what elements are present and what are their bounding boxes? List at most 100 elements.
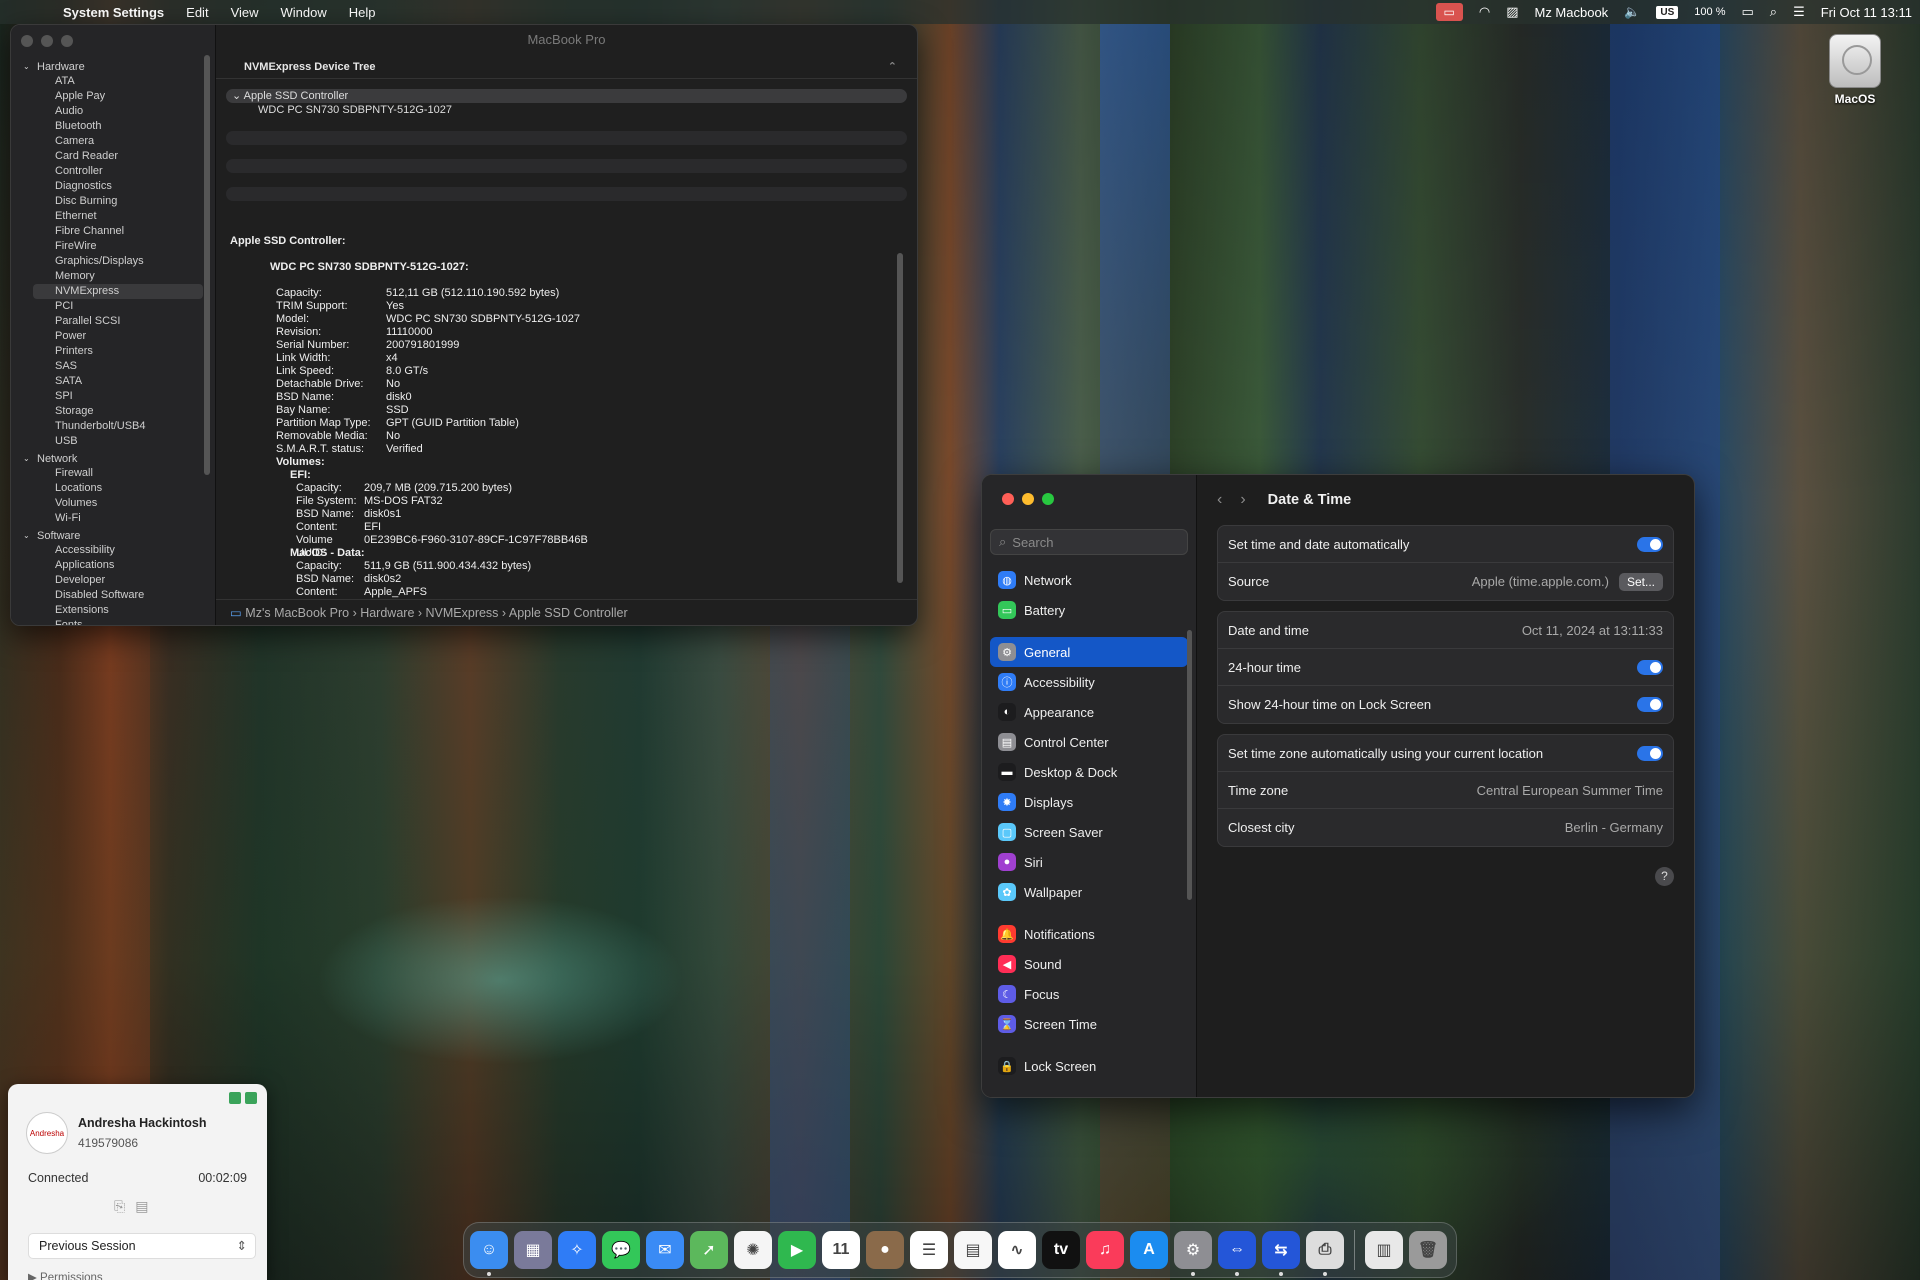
sidebar-item-focus[interactable]: ☾ Focus [990,979,1188,1009]
sidebar-item-accessibility[interactable]: ⓘ Accessibility [990,667,1188,697]
sidebar-item[interactable]: Parallel SCSI [23,314,203,329]
zoom-button[interactable] [61,35,73,47]
sidebar-item[interactable]: Diagnostics [23,179,203,194]
sidebar-item[interactable]: Bluetooth [23,119,203,134]
photos-icon[interactable]: ✺ [734,1231,772,1269]
sidebar-item-general[interactable]: ⚙ General [990,637,1188,667]
system-settings-icon[interactable]: ⚙ [1174,1231,1212,1276]
menu-help[interactable]: Help [338,5,387,20]
messages-icon[interactable]: 💬 [602,1231,640,1269]
sidebar-item[interactable]: Firewall [23,466,203,481]
sidebar-item[interactable]: Power [23,329,203,344]
sidebar-item[interactable]: Locations [23,481,203,496]
menu-view[interactable]: View [220,5,270,20]
computer-name[interactable]: Mz Macbook [1534,5,1608,20]
close-button[interactable] [1002,493,1014,505]
sidebar-item[interactable]: SAS [23,359,203,374]
launchpad-icon[interactable]: ▦ [514,1231,552,1269]
spotlight-icon[interactable]: ⌕ [1770,4,1777,20]
sidebar-item[interactable]: Developer [23,573,203,588]
sidebar-item[interactable]: Ethernet [23,209,203,224]
sidebar-item[interactable]: Fonts [23,618,203,625]
control-center-icon[interactable]: ☰ [1793,4,1805,20]
tz-auto-toggle[interactable] [1637,745,1663,761]
details-scrollbar[interactable] [897,253,903,583]
sidebar-item[interactable]: Fibre Channel [23,224,203,239]
document-icon[interactable]: ▥ [1365,1231,1403,1269]
sidebar-item[interactable]: Volumes [23,496,203,511]
sidebar-item[interactable]: ATA [23,74,203,89]
sidebar-item[interactable]: Audio [23,104,203,119]
sidebar-item-battery[interactable]: ▭ Battery [990,595,1188,625]
battery-icon[interactable]: ▭ [1741,4,1753,20]
notes-icon[interactable]: ▤ [954,1231,992,1269]
sidebar-item[interactable]: Disc Burning [23,194,203,209]
desktop-disk-icon[interactable]: MacOS [1826,34,1884,106]
maps-icon[interactable]: ➚ [690,1231,728,1269]
remote-desktop-icon[interactable]: ⇆ [1262,1231,1300,1276]
battery-percent[interactable]: 100 % [1694,6,1725,18]
forward-icon[interactable]: › [1240,491,1245,509]
sidebar-item-displays[interactable]: ✸ Displays [990,787,1188,817]
sidebar-item[interactable]: Disabled Software [23,588,203,603]
music-icon[interactable]: ♫ [1086,1231,1124,1269]
minimize-button[interactable] [41,35,53,47]
sidebar-item-lock-screen[interactable]: 🔒 Lock Screen [990,1051,1188,1081]
file-transfer-icon[interactable]: ⎘ [114,1198,125,1215]
sidebar-item[interactable]: SATA [23,374,203,389]
sidebar-scrollbar[interactable] [204,55,210,475]
sidebar-item[interactable]: Card Reader [23,149,203,164]
set-source-button[interactable]: Set... [1618,572,1663,591]
safari-icon[interactable]: ✧ [558,1231,596,1269]
sidebar-item[interactable]: FireWire [23,239,203,254]
sidebar-item-appearance[interactable]: ◐ Appearance [990,697,1188,727]
volume-icon[interactable]: 🔈 [1624,4,1640,20]
hour24-toggle[interactable] [1637,659,1663,675]
sidebar-item-desktop-dock[interactable]: ▬ Desktop & Dock [990,757,1188,787]
tree-row-controller[interactable]: ⌄ Apple SSD Controller [226,89,907,103]
tree-row-drive[interactable]: WDC PC SN730 SDBPNTY-512G-1027 [226,103,907,117]
path-text[interactable]: Mz's MacBook Pro › Hardware › NVMExpress… [245,606,627,620]
sidebar-item[interactable]: Applications [23,558,203,573]
finder-icon[interactable]: ☺ [470,1231,508,1276]
sidebar-scrollbar[interactable] [1187,630,1192,900]
sidebar-item[interactable]: Apple Pay [23,89,203,104]
activity-monitor-icon[interactable]: ▨ [1506,4,1518,20]
chevron-down-icon[interactable]: ⌄ [23,531,33,540]
sidebar-group-software[interactable]: ⌄ Software [23,528,203,543]
teamviewer-icon[interactable]: ⇔ [1218,1231,1256,1276]
sidebar-item[interactable]: Thunderbolt/USB4 [23,419,203,434]
sidebar-item[interactable]: PCI [23,299,203,314]
sidebar-item-siri[interactable]: ● Siri [990,847,1188,877]
calendar-icon[interactable]: 11 [822,1231,860,1269]
sidebar-item-screen-time[interactable]: ⌛ Screen Time [990,1009,1188,1039]
screen-sharing-icon[interactable]: ▭ [1435,3,1463,21]
close-button[interactable] [21,35,33,47]
sidebar-group-network[interactable]: ⌄ Network [23,451,203,466]
apple-tv-icon[interactable]: tv [1042,1231,1080,1269]
chevron-down-icon[interactable]: ⌄ [232,90,244,102]
facetime-icon[interactable]: ▶ [778,1231,816,1269]
sidebar-item-sound[interactable]: ◀ Sound [990,949,1188,979]
mail-icon[interactable]: ✉ [646,1231,684,1269]
trash-icon[interactable]: 🗑 [1409,1231,1447,1269]
freeform-icon[interactable]: ∿ [998,1231,1036,1269]
sidebar-item-notifications[interactable]: 🔔 Notifications [990,919,1188,949]
message-icon[interactable]: ▤ [135,1198,148,1215]
set-time-auto-toggle[interactable] [1637,536,1663,552]
reminders-icon[interactable]: ☰ [910,1231,948,1269]
printer-icon[interactable]: ⎙ [1306,1231,1344,1276]
chevron-up-icon[interactable]: ⌃ [888,55,897,79]
device-tree-header[interactable]: NVMExpress Device Tree ⌃ [216,55,917,79]
contacts-icon[interactable]: ● [866,1231,904,1269]
back-icon[interactable]: ‹ [1217,491,1222,509]
zoom-button[interactable] [1042,493,1054,505]
input-source[interactable]: US [1656,5,1679,19]
permissions-disclosure[interactable]: ▶ Permissions [28,1270,103,1280]
sidebar-item[interactable]: Camera [23,134,203,149]
help-button[interactable]: ? [1655,867,1674,886]
sidebar-item[interactable]: Graphics/Displays [23,254,203,269]
sidebar-group-hardware[interactable]: ⌄ Hardware [23,59,203,74]
sidebar-item[interactable]: Extensions [23,603,203,618]
chevron-down-icon[interactable]: ⌄ [23,62,33,71]
